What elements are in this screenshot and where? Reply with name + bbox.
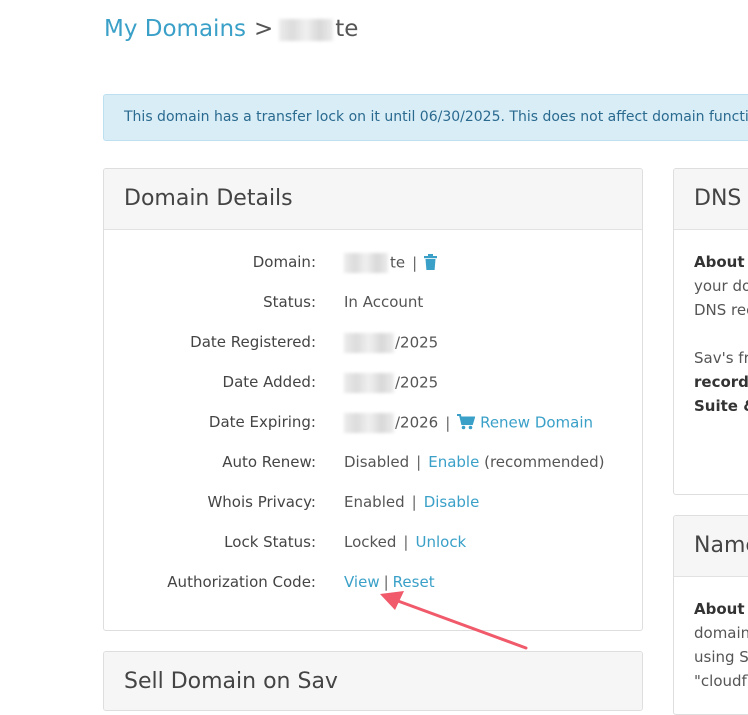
nameservers-panel: Name About N domain using S "cloudfl	[673, 515, 748, 715]
date-registered-value: /2025	[395, 333, 439, 352]
redacted-date	[344, 413, 394, 433]
panel-title: Domain Details	[104, 169, 642, 230]
nameservers-panel-title: Name	[674, 516, 748, 577]
renew-domain-link[interactable]: Renew Domain	[457, 413, 594, 432]
detail-row-date-added: Date Added: /2025	[104, 373, 642, 397]
dns-panel-title: DNS	[674, 169, 748, 230]
unlock-link[interactable]: Unlock	[415, 533, 466, 551]
detail-row-status: Status: In Account	[104, 293, 642, 317]
status-value: In Account	[344, 293, 424, 311]
nameservers-text-line: domain	[694, 624, 748, 642]
alert-text: This domain has a transfer lock on it un…	[124, 109, 748, 125]
cart-icon	[457, 413, 476, 432]
reset-auth-code-link[interactable]: Reset	[393, 573, 435, 591]
lock-status-label: Lock Status:	[224, 533, 316, 551]
sell-domain-panel: Sell Domain on Sav	[103, 651, 643, 711]
whois-privacy-value: Enabled	[344, 493, 405, 511]
nameservers-panel-body: About N domain using S "cloudfl	[674, 577, 748, 713]
dns-text-line: Suite &	[694, 397, 748, 415]
dns-panel: DNS About D your do DNS rec Sav's fr rec…	[673, 168, 748, 495]
nameservers-text-line: "cloudfl	[694, 672, 748, 690]
dns-text-line: DNS rec	[694, 301, 748, 319]
lock-status-value: Locked	[344, 533, 397, 551]
redacted-date	[344, 373, 394, 393]
transfer-lock-alert: This domain has a transfer lock on it un…	[103, 94, 748, 141]
date-expiring-label: Date Expiring:	[208, 413, 316, 431]
detail-row-authorization-code: Authorization Code: View | Reset	[167, 573, 435, 591]
status-label: Status:	[263, 293, 316, 311]
breadcrumb-current: te	[335, 16, 359, 42]
date-registered-label: Date Registered:	[190, 333, 316, 351]
date-expiring-value: /2026	[395, 413, 439, 432]
dns-text-line: records	[694, 373, 748, 391]
dns-panel-body: About D your do DNS rec Sav's fr records…	[674, 230, 748, 438]
redacted-domain	[344, 253, 388, 273]
breadcrumb-separator: >	[254, 16, 274, 42]
detail-row-date-expiring: Date Expiring: /2026 | Renew Domain	[208, 413, 594, 433]
breadcrumb-my-domains-link[interactable]: My Domains	[104, 16, 246, 42]
redacted-domain	[279, 18, 334, 41]
enable-auto-renew-link[interactable]: Enable	[428, 453, 479, 471]
authorization-code-label: Authorization Code:	[167, 573, 316, 591]
detail-row-domain: Domain: te |	[104, 253, 642, 277]
recommended-note: (recommended)	[484, 453, 605, 471]
date-added-label: Date Added:	[222, 373, 316, 391]
trash-icon[interactable]	[424, 253, 438, 272]
auto-renew-label: Auto Renew:	[222, 453, 316, 471]
domain-value: te	[390, 253, 406, 272]
sell-panel-title: Sell Domain on Sav	[104, 652, 642, 710]
detail-row-whois-privacy: Whois Privacy: Enabled | Disable	[207, 493, 480, 511]
whois-privacy-label: Whois Privacy:	[207, 493, 316, 511]
domain-label: Domain:	[252, 253, 316, 271]
dns-about-heading: About D	[694, 253, 748, 271]
detail-row-date-registered: Date Registered: /2025	[104, 333, 642, 357]
redacted-date	[344, 333, 394, 353]
dns-text-line: Sav's fr	[694, 349, 748, 367]
domain-details-panel: Domain Details Domain: te | Status: In Ac…	[103, 168, 643, 631]
breadcrumb: My Domains > te	[104, 16, 358, 42]
renew-domain-label: Renew Domain	[480, 413, 594, 432]
auto-renew-value: Disabled	[344, 453, 410, 471]
detail-row-lock-status: Lock Status: Locked | Unlock	[224, 533, 467, 551]
dns-text-line: your do	[694, 277, 748, 295]
nameservers-text-line: using S	[694, 648, 748, 666]
view-auth-code-link[interactable]: View	[344, 573, 380, 591]
date-added-value: /2025	[395, 373, 439, 392]
nameservers-about-heading: About N	[694, 600, 748, 618]
detail-row-auto-renew: Auto Renew: Disabled | Enable (recommended…	[222, 453, 605, 471]
disable-whois-link[interactable]: Disable	[424, 493, 480, 511]
